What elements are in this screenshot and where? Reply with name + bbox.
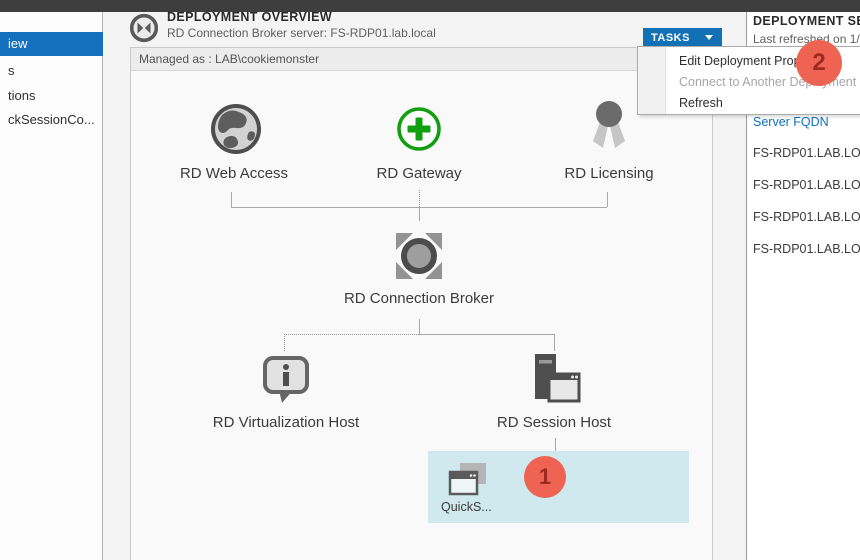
server-manager-screen: iew s tions ckSessionCo... DEPLOYMENT OV…: [0, 0, 860, 560]
menu-icon-gutter: [638, 47, 666, 114]
rd-web-access-icon[interactable]: [208, 103, 264, 160]
connector-line: [607, 192, 608, 207]
server-row[interactable]: FS-RDP01.LAB.LOCAL: [753, 210, 860, 224]
tasks-button[interactable]: TASKS: [643, 28, 722, 47]
rd-licensing-icon[interactable]: [587, 100, 631, 161]
sidebar-item-overview[interactable]: iew: [0, 32, 103, 56]
tasks-button-label: TASKS: [651, 32, 690, 44]
connector-line: [554, 334, 555, 351]
node-label-connection-broker: RD Connection Broker: [329, 290, 509, 307]
rds-sidebar: iew s tions ckSessionCo...: [0, 12, 103, 560]
annotation-badge-1: 1: [524, 456, 566, 498]
connector-line-dotted: [284, 334, 285, 351]
node-label-licensing: RD Licensing: [519, 165, 699, 182]
panel-subtitle: RD Connection Broker server: FS-RDP01.la…: [167, 26, 436, 40]
node-label-gateway: RD Gateway: [329, 165, 509, 182]
server-row[interactable]: FS-RDP01.LAB.LOCAL: [753, 146, 860, 160]
rd-connection-broker-icon[interactable]: [389, 226, 449, 291]
column-header-server-fqdn[interactable]: Server FQDN: [753, 115, 829, 129]
collection-label: QuickS...: [441, 500, 492, 514]
sidebar-item-quicksessioncollection[interactable]: ckSessionCo...: [0, 108, 103, 132]
sidebar-item-label: s: [8, 63, 15, 78]
server-row[interactable]: FS-RDP01.LAB.LOCAL: [753, 242, 860, 256]
sidebar-item-servers[interactable]: s: [0, 59, 103, 83]
collection-windows-icon: [448, 461, 488, 504]
node-label-session-host: RD Session Host: [464, 414, 644, 431]
connector-line: [419, 334, 554, 335]
connector-line: [231, 192, 232, 207]
connector-line: [555, 438, 556, 451]
connector-line: [419, 319, 420, 334]
connector-line-dotted: [284, 334, 419, 335]
connector-line-dotted: [419, 190, 420, 207]
deployment-diagram-panel: Managed as : LAB\cookiemonster: [130, 47, 713, 560]
sidebar-item-label: iew: [8, 36, 28, 51]
deployment-overview-icon: [129, 13, 159, 43]
rd-virtualization-host-icon[interactable]: [260, 353, 312, 410]
node-label-web-access: RD Web Access: [144, 165, 324, 182]
servers-panel-title: DEPLOYMENT SERVERS: [753, 14, 860, 28]
chevron-down-icon: [705, 35, 713, 40]
menu-item-refresh[interactable]: Refresh: [667, 93, 860, 114]
sidebar-item-collections[interactable]: tions: [0, 84, 103, 108]
panel-title: DEPLOYMENT OVERVIEW: [167, 10, 332, 24]
sidebar-item-label: tions: [8, 88, 35, 103]
annotation-badge-2: 2: [796, 40, 842, 86]
connector-line: [419, 207, 420, 221]
managed-as-bar: Managed as : LAB\cookiemonster: [131, 48, 712, 71]
rd-session-host-icon[interactable]: [526, 353, 582, 414]
server-row[interactable]: FS-RDP01.LAB.LOCAL: [753, 178, 860, 192]
rd-gateway-add-icon[interactable]: [396, 106, 442, 157]
sidebar-item-label: ckSessionCo...: [8, 112, 95, 127]
node-label-virtualization-host: RD Virtualization Host: [196, 414, 376, 431]
window-top-bar: [0, 0, 860, 12]
